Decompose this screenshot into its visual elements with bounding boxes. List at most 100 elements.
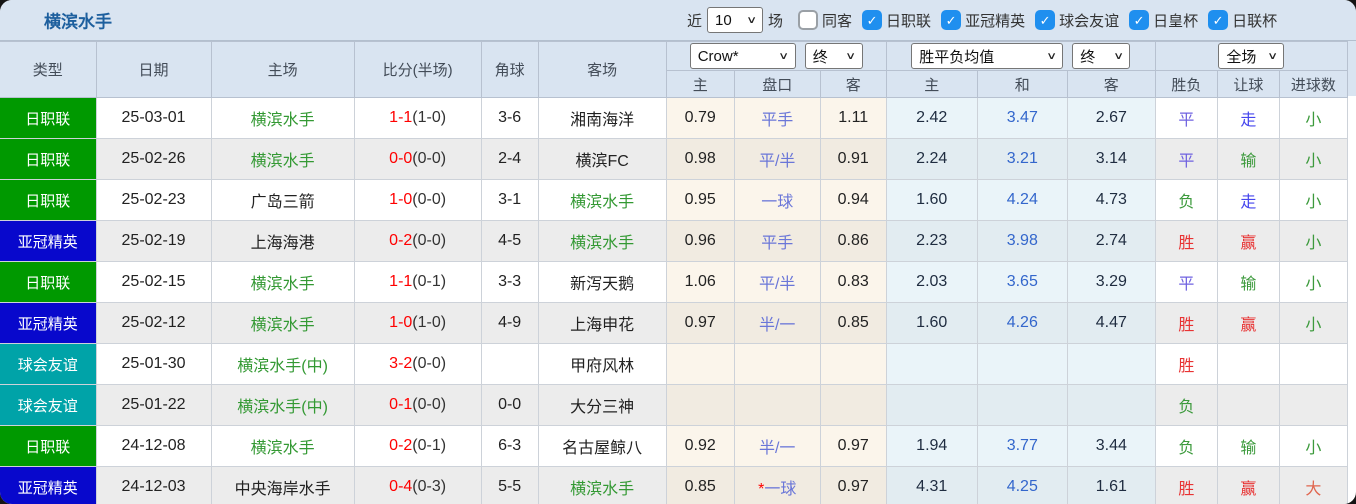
home-team-name: 横滨水手: [250, 153, 315, 170]
avg-away-odds: 3.14: [1066, 138, 1156, 180]
chevron-down-icon: ∨: [845, 50, 857, 62]
match-date: 24-12-08: [95, 425, 212, 467]
away-team-name: 湘南海洋: [570, 112, 635, 129]
checkbox-acl-elite-label: 亚冠精英: [965, 12, 1026, 30]
odds-handicap: 平/半: [733, 261, 821, 303]
col-header-odds-handicap: 盘口: [733, 70, 821, 98]
recent-suffix-label: 场: [768, 12, 784, 30]
home-team-name: 横滨水手: [250, 440, 315, 457]
odds-home: 0.98: [665, 138, 735, 180]
corner-score: 5-5: [480, 466, 539, 504]
away-team: 上海申花: [537, 302, 667, 344]
halftime-score: (0-1): [412, 437, 447, 454]
odds-away: 1.11: [819, 97, 887, 139]
avg-draw-odds: 4.25: [976, 466, 1068, 504]
odds-away: 0.94: [819, 179, 887, 221]
scope-controls-cell: 全场 ∨: [1154, 41, 1349, 71]
col-header-handicap-result: 让球: [1216, 70, 1280, 98]
bookmaker-value: Crow*: [697, 47, 739, 65]
home-team-name: 上海海港: [250, 235, 315, 252]
away-team-name: 横滨水手: [570, 481, 635, 498]
chevron-down-icon: ∨: [1267, 50, 1279, 62]
match-score: 0-4(0-3): [353, 466, 482, 504]
bookmaker-select[interactable]: Crow* ∨: [689, 43, 796, 69]
checkbox-emperors-cup[interactable]: ✓: [1129, 10, 1150, 30]
filter-bar: 近 10 ∨ 场 ✓ 同客 ✓ 日职联 ✓ 亚冠精英 ✓ 球会友谊 ✓ 日皇杯 …: [682, 0, 1277, 40]
avg-home-odds: [885, 384, 978, 426]
away-team-name: 甲府风林: [570, 358, 635, 375]
col-header-avg-home: 主: [885, 70, 978, 98]
home-team: 横滨水手(中): [210, 343, 355, 385]
avg-home-odds: 2.24: [885, 138, 978, 180]
avg-draw-odds: [976, 343, 1068, 385]
home-team-name: 横滨水手(中): [237, 358, 328, 375]
avg-type-select[interactable]: 胜平负均值 ∨: [911, 43, 1064, 69]
match-score: 1-0(1-0): [353, 302, 482, 344]
home-team: 横滨水手(中): [210, 384, 355, 426]
checkbox-league-cup-label: 日联杯: [1232, 12, 1278, 30]
odds-home: 0.85: [665, 466, 735, 504]
handicap-result-cell: 输: [1216, 425, 1280, 467]
odds-away: 0.83: [819, 261, 887, 303]
table-row: 日职联 25-02-15 横滨水手 1-1(0-1) 3-3 新泻天鹅 1.06…: [0, 261, 1349, 303]
odds-handicap: *一球: [733, 466, 821, 504]
checkbox-same-venue[interactable]: ✓: [798, 10, 819, 30]
goals-result-cell: 大: [1278, 466, 1349, 504]
goals-result-cell: 小: [1278, 261, 1349, 303]
checkbox-j1-league[interactable]: ✓: [862, 10, 883, 30]
avg-stage-select[interactable]: 终 ∨: [1072, 43, 1131, 69]
checkbox-same-venue-label: 同客: [822, 12, 853, 30]
goals-result-cell: 小: [1278, 179, 1349, 221]
recent-count-select[interactable]: 10 ∨: [707, 7, 764, 33]
away-team-name: 上海申花: [570, 317, 635, 334]
fulltime-score: 0-1: [389, 396, 413, 413]
avg-home-odds: 1.60: [885, 179, 978, 221]
col-header-home: 主场: [210, 41, 355, 98]
competition-type-badge: 日职联: [0, 97, 97, 139]
odds-away: [819, 384, 887, 426]
competition-type-badge: 球会友谊: [0, 384, 97, 426]
result-cell: 胜: [1154, 343, 1218, 385]
competition-type-badge: 亚冠精英: [0, 220, 97, 262]
col-header-avg-draw: 和: [976, 70, 1068, 98]
odds-controls-cell: Crow* ∨ 终 ∨: [665, 41, 887, 71]
avg-away-odds: 3.29: [1066, 261, 1156, 303]
panel-topbar: 横滨水手 近 10 ∨ 场 ✓ 同客 ✓ 日职联 ✓ 亚冠精英 ✓ 球会友谊 ✓…: [0, 0, 1356, 41]
avg-home-odds: 2.42: [885, 97, 978, 139]
halftime-score: (0-0): [412, 191, 447, 208]
competition-type-badge: 日职联: [0, 425, 97, 467]
corner-score: [480, 343, 539, 385]
scope-value: 全场: [1226, 48, 1257, 66]
odds-handicap: [733, 343, 821, 385]
result-cell: 平: [1154, 261, 1218, 303]
checkbox-club-friendly[interactable]: ✓: [1035, 10, 1056, 30]
competition-type-badge: 日职联: [0, 179, 97, 221]
away-team-name: 横滨水手: [570, 194, 635, 211]
competition-type-badge: 亚冠精英: [0, 466, 97, 504]
col-header-result: 胜负: [1154, 70, 1218, 98]
away-team: 甲府风林: [537, 343, 667, 385]
checkbox-acl-elite[interactable]: ✓: [941, 10, 962, 30]
halftime-score: (1-0): [412, 314, 447, 331]
col-header-score: 比分(半场): [353, 41, 482, 98]
avg-draw-odds: 3.21: [976, 138, 1068, 180]
handicap-result-cell: 赢: [1216, 220, 1280, 262]
avg-stage-value: 终: [1080, 48, 1096, 66]
home-team: 中央海岸水手: [210, 466, 355, 504]
home-team: 横滨水手: [210, 302, 355, 344]
away-team: 横滨水手: [537, 179, 667, 221]
halftime-score: (0-3): [412, 478, 447, 495]
check-icon: ✓: [1039, 12, 1051, 28]
match-score: 0-2(0-1): [353, 425, 482, 467]
table-row: 日职联 24-12-08 横滨水手 0-2(0-1) 6-3 名古屋鲸八 0.9…: [0, 425, 1349, 467]
checkbox-league-cup[interactable]: ✓: [1208, 10, 1229, 30]
home-team: 横滨水手: [210, 261, 355, 303]
away-team: 横滨FC: [537, 138, 667, 180]
chevron-down-icon: ∨: [1113, 50, 1125, 62]
table-row: 球会友谊 25-01-22 横滨水手(中) 0-1(0-0) 0-0 大分三神 …: [0, 384, 1349, 426]
odds-stage-select[interactable]: 终 ∨: [804, 43, 863, 69]
away-team-name: 大分三神: [570, 399, 635, 416]
avg-draw-odds: 4.24: [976, 179, 1068, 221]
col-header-goals: 进球数: [1278, 70, 1349, 98]
scope-select[interactable]: 全场 ∨: [1218, 43, 1285, 69]
